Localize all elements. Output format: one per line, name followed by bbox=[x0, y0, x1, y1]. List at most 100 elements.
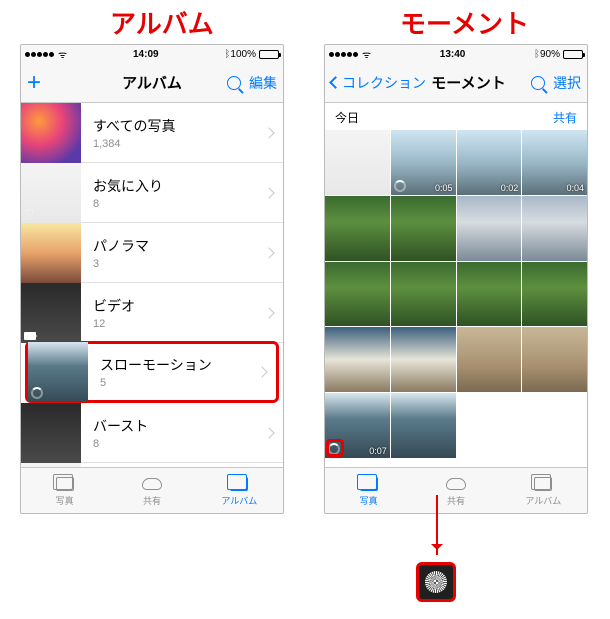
battery-icon bbox=[563, 50, 583, 59]
album-count: 5 bbox=[100, 377, 258, 389]
section-header: 今日 共有 bbox=[325, 103, 587, 130]
album-thumb bbox=[21, 403, 81, 463]
tab-photos[interactable]: 写真 bbox=[325, 468, 412, 513]
annotation-slomo-icon bbox=[416, 562, 456, 602]
phone-moments: ᯤ 13:40 ᛒ 90% コレクション モーメント 選択 今日 共有 0:05… bbox=[324, 44, 588, 514]
section-date: 今日 bbox=[335, 109, 359, 126]
tabbar: 写真 共有 アルバム bbox=[21, 467, 283, 513]
chevron-left-icon bbox=[329, 76, 342, 89]
photo-cell[interactable]: 0:04 bbox=[522, 130, 587, 195]
chevron-right-icon bbox=[263, 187, 274, 198]
album-row[interactable]: バースト 8 bbox=[21, 403, 283, 463]
album-title: お気に入り bbox=[93, 176, 265, 196]
photo-cell[interactable] bbox=[391, 262, 456, 327]
phone-albums: ᯤ 14:09 ᛒ 100% + アルバム 編集 すべての写真 1,384 ♡ お気に… bbox=[20, 44, 284, 514]
video-icon bbox=[24, 332, 36, 340]
plus-icon: + bbox=[27, 71, 41, 95]
photo-cell[interactable] bbox=[391, 196, 456, 261]
album-row[interactable]: スローモーション 5 bbox=[25, 341, 279, 403]
battery-pct: 90% bbox=[540, 49, 560, 60]
signal-icon bbox=[329, 52, 358, 57]
album-title: バースト bbox=[93, 416, 265, 436]
album-count: 8 bbox=[93, 198, 265, 210]
photo-cell[interactable] bbox=[325, 327, 390, 392]
album-row[interactable]: パノラマ 3 bbox=[21, 223, 283, 283]
navbar: コレクション モーメント 選択 bbox=[325, 63, 587, 103]
moments-content[interactable]: 今日 共有 0:05 0:02 0:04 0:07 写真: 1,373枚、ビデオ12本… bbox=[325, 103, 587, 467]
album-title: すべての写真 bbox=[93, 116, 265, 136]
select-button[interactable]: 選択 bbox=[553, 73, 581, 93]
album-thumb bbox=[21, 463, 81, 468]
add-button[interactable]: + bbox=[27, 71, 97, 95]
album-thumb bbox=[21, 223, 81, 283]
albums-list[interactable]: すべての写真 1,384 ♡ お気に入り 8 パノラマ 3 ビデオ 12 スローモーション 5 バース… bbox=[21, 103, 283, 467]
video-duration: 0:02 bbox=[501, 183, 519, 193]
video-duration: 0:04 bbox=[566, 183, 584, 193]
album-count: 12 bbox=[93, 318, 265, 330]
album-row[interactable]: ビデオ 12 bbox=[21, 283, 283, 343]
photo-cell[interactable]: 0:05 bbox=[391, 130, 456, 195]
status-time: 13:40 bbox=[371, 49, 534, 60]
battery-pct: 100% bbox=[230, 49, 256, 60]
album-count: 8 bbox=[93, 438, 265, 450]
annotation-arrow bbox=[436, 495, 438, 555]
summary: 写真: 1,373枚、ビデオ12本 16個の項目をアップロード中 bbox=[325, 458, 587, 467]
tab-albums[interactable]: アルバム bbox=[500, 468, 587, 513]
tab-albums[interactable]: アルバム bbox=[196, 468, 283, 513]
navbar: + アルバム 編集 bbox=[21, 63, 283, 103]
chevron-right-icon bbox=[256, 366, 267, 377]
tabbar: 写真 共有 アルバム bbox=[325, 467, 587, 513]
heart-icon: ♡ bbox=[24, 207, 34, 220]
photo-cell[interactable]: 0:02 bbox=[457, 130, 522, 195]
tab-shared[interactable]: 共有 bbox=[412, 468, 499, 513]
signal-icon bbox=[25, 52, 54, 57]
album-title: ビデオ bbox=[93, 296, 265, 316]
status-time: 14:09 bbox=[67, 49, 224, 60]
album-row[interactable]: ♡ お気に入り 8 bbox=[21, 163, 283, 223]
album-count: 3 bbox=[93, 258, 265, 270]
album-thumb bbox=[28, 342, 88, 402]
photo-cell[interactable] bbox=[391, 327, 456, 392]
chevron-right-icon bbox=[263, 127, 274, 138]
edit-button[interactable]: 編集 bbox=[249, 73, 277, 93]
annotation-right: モーメント bbox=[400, 4, 529, 41]
nav-title: モーメント bbox=[426, 72, 511, 93]
back-button[interactable]: コレクション bbox=[331, 73, 426, 93]
search-icon[interactable] bbox=[531, 76, 545, 90]
photo-grid: 0:05 0:02 0:04 0:07 bbox=[325, 130, 587, 458]
status-bar: ᯤ 13:40 ᛒ 90% bbox=[325, 45, 587, 63]
photo-cell[interactable] bbox=[522, 196, 587, 261]
chevron-right-icon bbox=[263, 307, 274, 318]
nav-title: アルバム bbox=[97, 72, 207, 93]
video-duration: 0:05 bbox=[435, 183, 453, 193]
chevron-right-icon bbox=[263, 247, 274, 258]
chevron-right-icon bbox=[263, 427, 274, 438]
photo-cell[interactable] bbox=[325, 262, 390, 327]
album-row[interactable]: すべての写真 1,384 bbox=[21, 103, 283, 163]
tab-shared[interactable]: 共有 bbox=[108, 468, 195, 513]
wifi-icon: ᯤ bbox=[362, 47, 371, 61]
photo-cell[interactable] bbox=[457, 262, 522, 327]
album-title: パノラマ bbox=[93, 236, 265, 256]
photo-cell[interactable] bbox=[391, 393, 456, 458]
album-count: 1,384 bbox=[93, 138, 265, 150]
wifi-icon: ᯤ bbox=[58, 47, 67, 61]
section-share[interactable]: 共有 bbox=[553, 109, 577, 126]
slomo-icon bbox=[394, 180, 406, 192]
photo-cell[interactable]: 0:07 bbox=[325, 393, 390, 458]
summary-counts: 写真: 1,373枚、ビデオ12本 bbox=[325, 466, 587, 467]
photo-cell[interactable] bbox=[522, 327, 587, 392]
photo-cell[interactable] bbox=[457, 196, 522, 261]
status-bar: ᯤ 14:09 ᛒ 100% bbox=[21, 45, 283, 63]
photo-cell[interactable] bbox=[522, 262, 587, 327]
album-row[interactable]: 非表示 bbox=[21, 463, 283, 467]
photo-cell[interactable] bbox=[325, 196, 390, 261]
tab-photos[interactable]: 写真 bbox=[21, 468, 108, 513]
album-thumb: ♡ bbox=[21, 163, 81, 223]
search-icon[interactable] bbox=[227, 76, 241, 90]
album-title: スローモーション bbox=[100, 355, 258, 375]
photo-cell[interactable] bbox=[457, 327, 522, 392]
photo-cell[interactable] bbox=[325, 130, 390, 195]
video-duration: 0:07 bbox=[369, 446, 387, 456]
annotation-tile-highlight bbox=[326, 439, 344, 457]
